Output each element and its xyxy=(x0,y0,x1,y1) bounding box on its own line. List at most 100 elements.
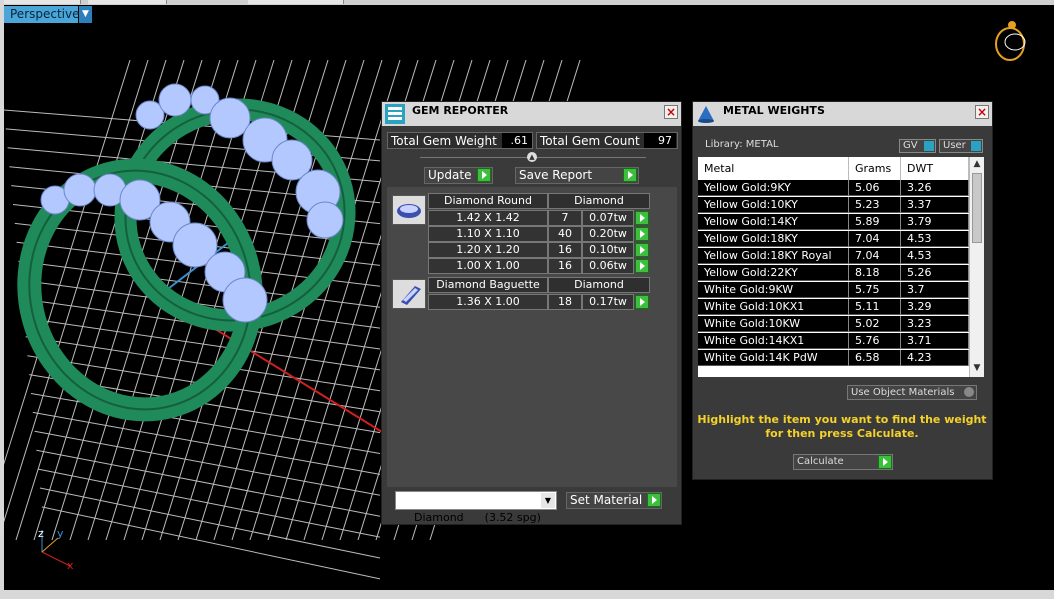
library-label: Library: METAL xyxy=(705,139,779,150)
gem-size-cell: 1.10 X 1.10 xyxy=(428,226,548,242)
collapse-icon[interactable]: ▲ xyxy=(527,152,537,162)
close-icon[interactable]: × xyxy=(664,105,678,119)
gem-reporter-titlebar[interactable]: GEM REPORTER × xyxy=(382,102,681,126)
view-mode-dropdown-icon[interactable]: ▼ xyxy=(79,6,92,23)
gem-count-cell: 18 xyxy=(548,294,582,310)
dwt-cell: 3.37 xyxy=(901,197,969,213)
grid-line xyxy=(69,59,221,541)
gem-reporter-title: GEM REPORTER xyxy=(412,104,509,117)
metal-weights-title: METAL WEIGHTS xyxy=(723,104,825,117)
metal-name-cell: Yellow Gold:18KY xyxy=(698,231,849,247)
grams-cell: 5.76 xyxy=(849,333,901,349)
gv-toggle[interactable]: GV xyxy=(899,139,936,153)
gem-row-go-icon[interactable] xyxy=(635,243,649,257)
scroll-down-icon[interactable]: ▼ xyxy=(970,361,984,375)
gem-count-cell: 40 xyxy=(548,226,582,242)
dwt-cell: 3.29 xyxy=(901,299,969,315)
dwt-cell: 4.53 xyxy=(901,231,969,247)
calculate-label: Calculate xyxy=(797,456,844,467)
table-row[interactable]: Yellow Gold:9KY 5.06 3.26 xyxy=(698,180,969,196)
table-row[interactable]: White Gold:10KW 5.02 3.23 xyxy=(698,316,969,332)
metal-name-cell: Yellow Gold:22KY xyxy=(698,265,849,281)
gem-reporter-icon xyxy=(385,104,405,124)
update-go-icon[interactable] xyxy=(477,168,491,182)
metal-name-cell: White Gold:10KX1 xyxy=(698,299,849,315)
metal-weights-icon xyxy=(696,104,716,124)
set-material-label: Set Material xyxy=(570,493,643,507)
gem-count-cell: 16 xyxy=(548,258,582,274)
grid-line xyxy=(39,487,381,559)
hint-line-1: Highlight the item you want to find the … xyxy=(697,413,987,426)
round-gem-icon xyxy=(392,195,426,225)
gem-count-cell: 16 xyxy=(548,242,582,258)
material-select-value: Diamond (3.52 spg) xyxy=(414,511,541,524)
gem-weight-cell: 0.06tw xyxy=(582,258,634,274)
scroll-thumb[interactable] xyxy=(972,173,982,243)
column-header-metal[interactable]: Metal xyxy=(698,157,849,180)
metal-name-cell: Yellow Gold:10KY xyxy=(698,197,849,213)
grams-cell: 6.58 xyxy=(849,350,901,366)
gem-row-go-icon[interactable] xyxy=(635,259,649,273)
table-row[interactable]: White Gold:14KX1 5.76 3.71 xyxy=(698,333,969,349)
axis-tripod: z y x xyxy=(38,527,74,572)
grams-cell: 5.02 xyxy=(849,316,901,332)
save-report-label: Save Report xyxy=(519,168,593,182)
column-header-dwt[interactable]: DWT xyxy=(901,157,969,180)
table-row[interactable]: White Gold:14K PdW 6.58 4.23 xyxy=(698,350,969,366)
view-mode-label[interactable]: Perspective xyxy=(4,6,80,23)
gem-size-cell: 1.00 X 1.00 xyxy=(428,258,548,274)
user-toggle[interactable]: User xyxy=(939,139,983,153)
metal-table[interactable]: Metal Grams DWT Yellow Gold:9KY 5.06 3.26 Y… xyxy=(698,157,984,377)
calculate-go-icon[interactable] xyxy=(878,455,892,469)
save-report-go-icon[interactable] xyxy=(623,168,637,182)
material-select[interactable]: Diamond (3.52 spg) ▼ xyxy=(395,491,557,524)
grams-cell: 5.11 xyxy=(849,299,901,315)
table-row[interactable]: Yellow Gold:14KY 5.89 3.79 xyxy=(698,214,969,230)
gem-row-go-icon[interactable] xyxy=(635,295,649,309)
gem-material-header: Diamond xyxy=(548,193,650,209)
gem-weight-cell: 0.17tw xyxy=(582,294,634,310)
gem-size-cell: 1.36 X 1.00 xyxy=(428,294,548,310)
use-object-materials-toggle[interactable]: Use Object Materials xyxy=(847,385,977,400)
user-toggle-label: User xyxy=(943,140,966,151)
gem-row-go-icon[interactable] xyxy=(635,227,649,241)
set-material-go-icon[interactable] xyxy=(647,493,661,507)
total-gem-weight-label: Total Gem Weight xyxy=(391,134,497,148)
axis-y-label: y xyxy=(57,527,64,540)
table-row[interactable]: White Gold:9KW 5.75 3.7 xyxy=(698,282,969,298)
dwt-cell: 5.26 xyxy=(901,265,969,281)
dwt-cell: 3.71 xyxy=(901,333,969,349)
dwt-cell: 3.7 xyxy=(901,282,969,298)
dwt-cell: 3.26 xyxy=(901,180,969,196)
metal-name-cell: White Gold:14K PdW xyxy=(698,350,849,366)
metal-weights-titlebar[interactable]: METAL WEIGHTS × xyxy=(693,102,992,126)
gem-material-header: Diamond xyxy=(548,277,650,293)
total-gem-count-value: 97 xyxy=(644,133,676,148)
grams-cell: 5.06 xyxy=(849,180,901,196)
metal-name-cell: White Gold:9KW xyxy=(698,282,849,298)
gem-reporter-panel: GEM REPORTER × Total Gem Weight .61 Tota… xyxy=(381,101,682,525)
update-button-label: Update xyxy=(428,168,472,182)
total-gem-count-label: Total Gem Count xyxy=(540,134,640,148)
column-header-grams[interactable]: Grams xyxy=(849,157,901,180)
close-icon[interactable]: × xyxy=(975,105,989,119)
metal-name-cell: Yellow Gold:18KY Royal xyxy=(698,248,849,264)
grams-cell: 5.75 xyxy=(849,282,901,298)
hint-line-2: for then press Calculate. xyxy=(765,427,919,440)
gem-row-go-icon[interactable] xyxy=(635,211,649,225)
dwt-cell: 3.23 xyxy=(901,316,969,332)
table-row[interactable]: Yellow Gold:18KY 7.04 4.53 xyxy=(698,231,969,247)
chevron-down-icon[interactable]: ▼ xyxy=(541,493,555,508)
table-row[interactable]: Yellow Gold:22KY 8.18 5.26 xyxy=(698,265,969,281)
table-row[interactable]: White Gold:10KX1 5.11 3.29 xyxy=(698,299,969,315)
table-row[interactable]: Yellow Gold:10KY 5.23 3.37 xyxy=(698,197,969,213)
table-scrollbar[interactable]: ▲ ▼ xyxy=(969,157,984,377)
grams-cell: 5.23 xyxy=(849,197,901,213)
gem-weight-cell: 0.10tw xyxy=(582,242,634,258)
gem-size-cell: 1.20 X 1.20 xyxy=(428,242,548,258)
table-row[interactable]: Yellow Gold:18KY Royal 7.04 4.53 xyxy=(698,248,969,264)
save-report-button[interactable]: Save Report xyxy=(515,167,639,184)
scroll-up-icon[interactable]: ▲ xyxy=(970,157,984,171)
gem-weight-cell: 0.20tw xyxy=(582,226,634,242)
gem-count-cell: 7 xyxy=(548,210,582,226)
